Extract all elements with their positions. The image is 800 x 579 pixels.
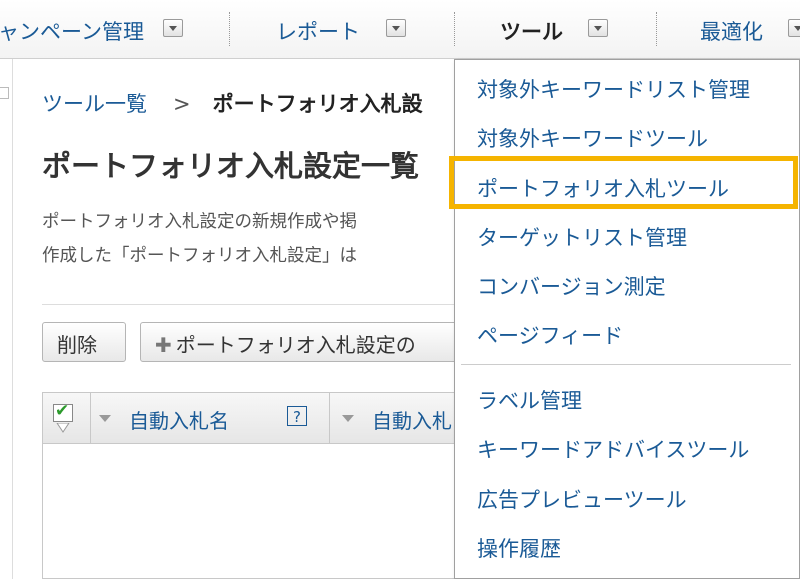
menu-item-page-feed[interactable]: ページフィード [477, 320, 623, 350]
create-button-label: ポートフォリオ入札設定の [175, 333, 416, 357]
table-header: 自動入札名 ? 自動入札 [43, 393, 461, 444]
nav-divider [454, 12, 455, 46]
plus-icon: ✚ [155, 333, 172, 357]
column-header-bid-name[interactable]: 自動入札名 ? [91, 393, 330, 443]
sort-icon[interactable] [99, 415, 111, 422]
nav-tools[interactable]: ツール [500, 16, 563, 46]
sort-icon[interactable] [342, 415, 354, 422]
menu-item-ad-preview[interactable]: 広告プレビューツール [477, 484, 687, 514]
breadcrumb-tools-list[interactable]: ツール一覧 [42, 92, 147, 116]
select-all-cell [43, 393, 91, 443]
column-label-bid-name: 自動入札名 [129, 409, 229, 433]
breadcrumb-current: ポートフォリオ入札設 [212, 92, 423, 116]
top-nav: ャンペーン管理 レポート ツール 最適化 [0, 0, 800, 59]
menu-item-negative-keyword-list[interactable]: 対象外キーワードリスト管理 [477, 74, 750, 104]
column-label-bid-strategy: 自動入札 [372, 409, 452, 433]
nav-divider [229, 12, 230, 46]
column-header-bid-strategy[interactable]: 自動入札 [330, 393, 463, 443]
checkbox-dropdown-icon[interactable] [56, 423, 70, 433]
nav-optimization[interactable]: 最適化 [700, 16, 763, 46]
menu-item-keyword-advice[interactable]: キーワードアドバイスツール [477, 434, 749, 464]
chevron-down-icon[interactable] [788, 19, 800, 37]
breadcrumb: ツール一覧 > ポートフォリオ入札設 [42, 88, 423, 118]
portfolio-bid-table: 自動入札名 ? 自動入札 [42, 392, 462, 579]
highlight-box [449, 156, 798, 209]
chevron-down-icon[interactable] [386, 19, 406, 37]
tools-dropdown-menu: 対象外キーワードリスト管理 対象外キーワードツール ポートフォリオ入札ツール タ… [454, 59, 800, 579]
page-description-line2: 作成した「ポートフォリオ入札設定」は [42, 246, 357, 266]
page-title: ポートフォリオ入札設定一覧 [42, 149, 420, 183]
section-divider [42, 304, 462, 305]
create-portfolio-bid-button[interactable]: ✚ ポートフォリオ入札設定の [140, 322, 470, 362]
menu-item-label-management[interactable]: ラベル管理 [477, 385, 582, 415]
page-description-line1: ポートフォリオ入札設定の新規作成や掲 [42, 212, 357, 232]
chevron-down-icon[interactable] [163, 19, 183, 37]
nav-divider [656, 12, 657, 46]
menu-item-negative-keyword-tool[interactable]: 対象外キーワードツール [477, 123, 708, 153]
menu-item-target-list[interactable]: ターゲットリスト管理 [477, 222, 687, 252]
nav-report[interactable]: レポート [276, 16, 360, 46]
help-icon[interactable]: ? [287, 406, 307, 426]
nav-campaign-management[interactable]: ャンペーン管理 [0, 16, 144, 46]
select-all-checkbox[interactable] [53, 401, 73, 422]
chevron-down-icon[interactable] [588, 19, 608, 37]
menu-item-conversion-tracking[interactable]: コンバージョン測定 [477, 271, 666, 301]
side-panel-edge [0, 59, 13, 579]
menu-divider [461, 364, 791, 365]
menu-item-operation-history[interactable]: 操作履歴 [477, 533, 561, 563]
delete-button[interactable]: 削除 [42, 322, 126, 362]
breadcrumb-separator: > [173, 92, 191, 116]
delete-button-label: 削除 [57, 333, 97, 357]
